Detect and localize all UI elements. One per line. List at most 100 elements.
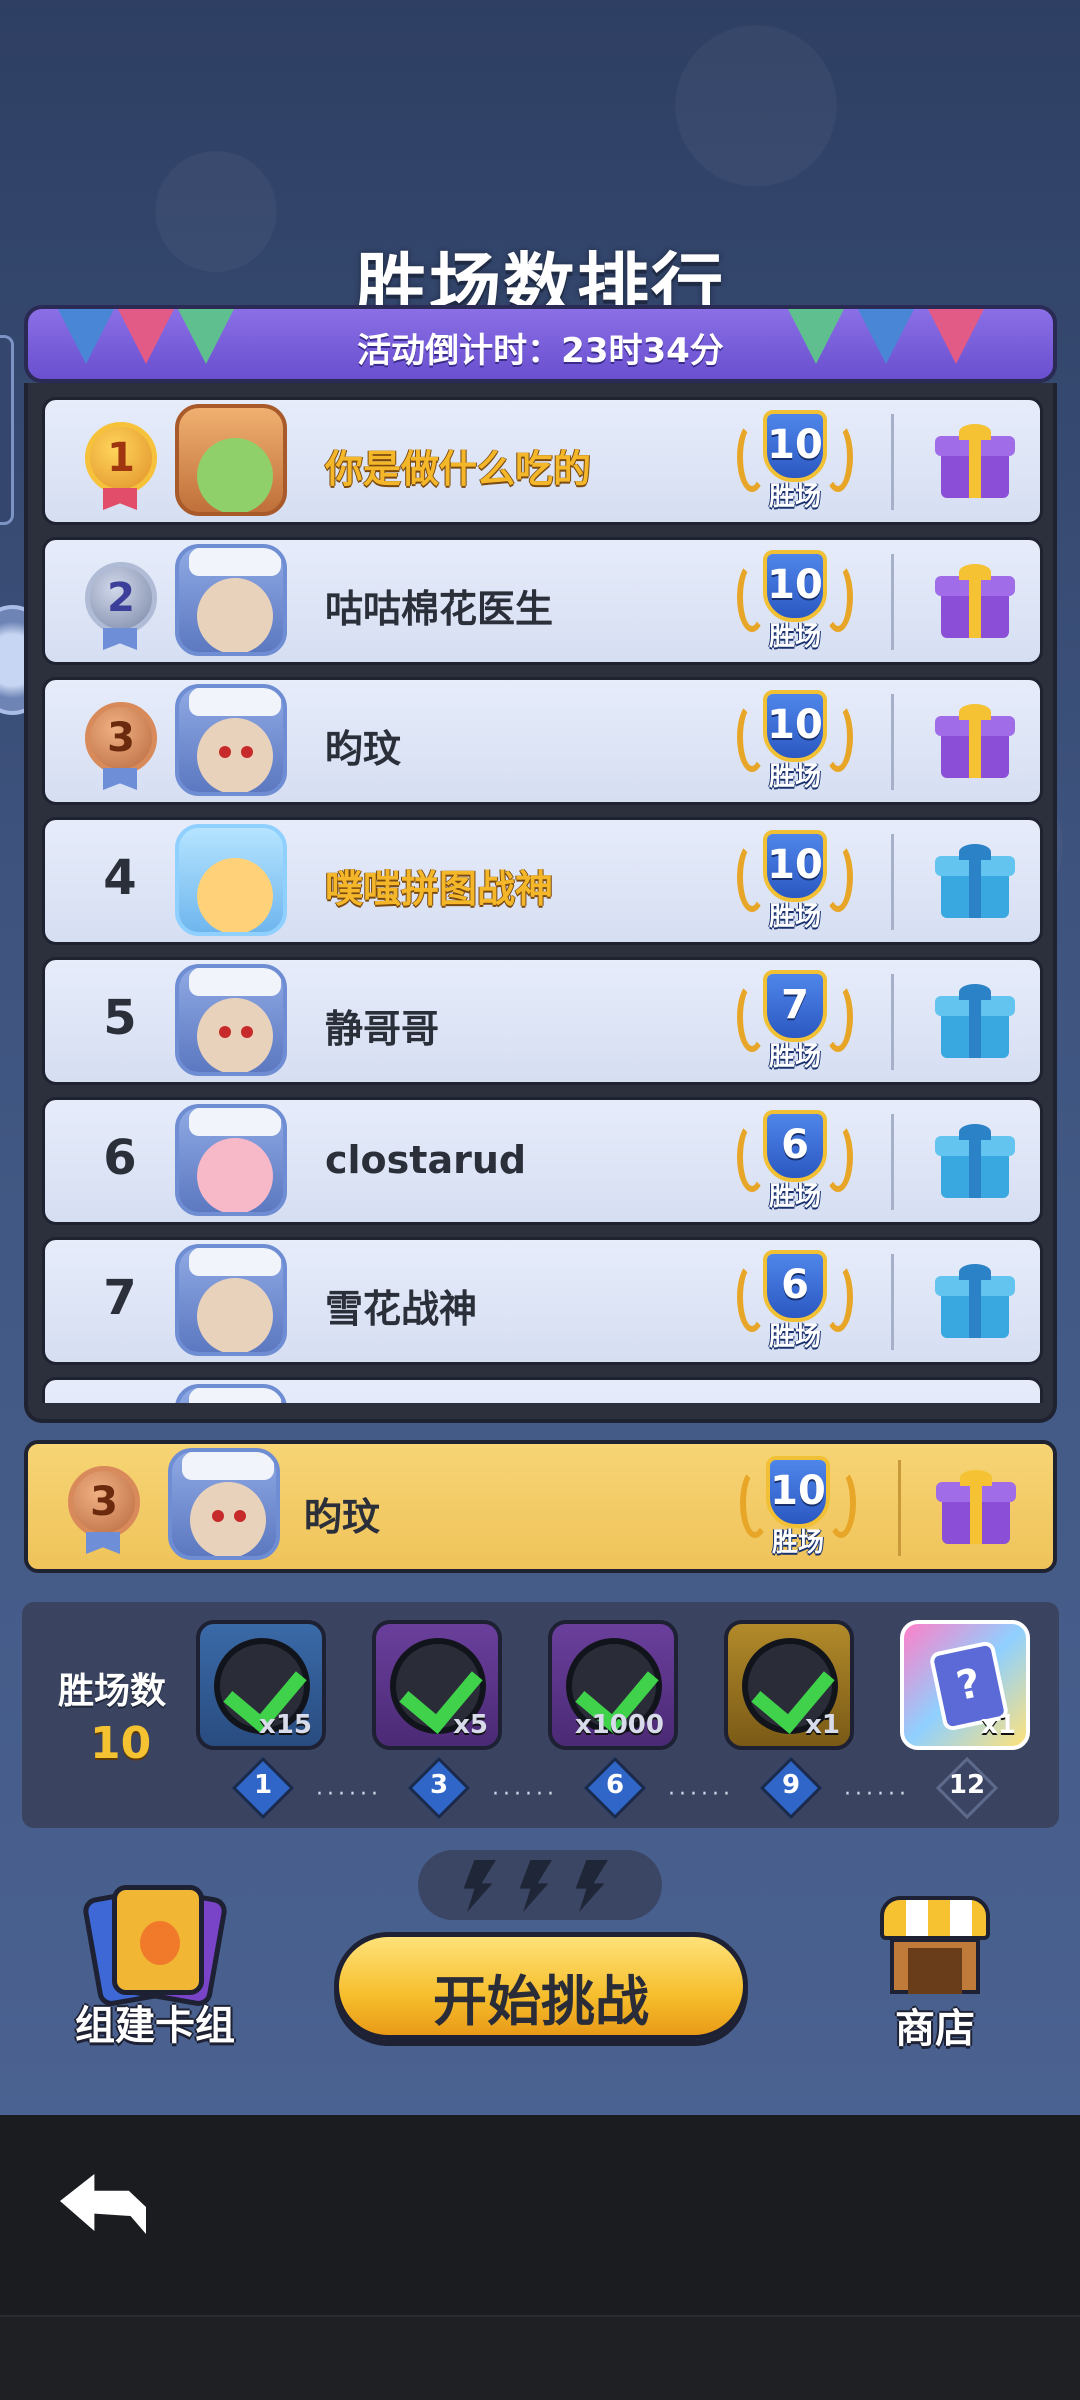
blue-gift-icon[interactable]: [935, 1124, 1015, 1200]
avatar-face: [197, 998, 273, 1072]
reward-slot[interactable]: ? x1: [900, 1620, 1030, 1750]
start-challenge-button[interactable]: 开始挑战: [334, 1932, 748, 2040]
player-name: 昀玟: [304, 1495, 381, 1539]
lightning-icon: [463, 1860, 496, 1912]
reward-slot[interactable]: x5: [372, 1620, 502, 1750]
blue-gift-icon[interactable]: [935, 844, 1015, 920]
rank-number: 5: [103, 990, 137, 1046]
rank-number: 2: [107, 575, 135, 621]
divider: [891, 414, 894, 510]
leaderboard-row[interactable]: 2 咕咕棉花医生 10 胜场: [42, 537, 1043, 665]
purple-gift-icon[interactable]: [935, 564, 1015, 640]
wins-label: 胜场: [768, 902, 821, 932]
avatar[interactable]: [175, 684, 287, 796]
wins-count: 6: [763, 1250, 827, 1322]
side-tab[interactable]: [0, 335, 14, 525]
wins-label: 胜场: [768, 1182, 821, 1212]
energy-indicator: [418, 1850, 662, 1920]
reward-quantity: x1000: [574, 1710, 664, 1740]
shop-awning-icon: [880, 1896, 990, 1940]
eye: [219, 746, 231, 758]
wins-badge: 10 胜场: [735, 410, 855, 516]
avatar[interactable]: [168, 1448, 280, 1560]
player-name: 咕咕棉花医生: [325, 587, 554, 631]
wins-count: 7: [763, 970, 827, 1042]
reward-quantity: x5: [453, 1710, 488, 1740]
wins-count: 10: [763, 830, 827, 902]
back-arrow-icon: [60, 2174, 146, 2234]
divider: [891, 974, 894, 1070]
avatar[interactable]: [175, 1244, 287, 1356]
ribbon-icon: [86, 1532, 120, 1554]
rank-number: 1: [107, 435, 135, 481]
wins-badge: 6 胜场: [735, 1110, 855, 1216]
avatar-face: [197, 1138, 273, 1212]
milestone-number: 12: [948, 1770, 986, 1800]
leaderboard-row[interactable]: 6 clostarud 6 胜场: [42, 1097, 1043, 1225]
eye: [241, 746, 253, 758]
leaderboard-row[interactable]: 3 昀玟 10 胜场: [42, 677, 1043, 805]
purple-gift-icon[interactable]: [935, 704, 1015, 780]
leaderboard-list[interactable]: 1 你是做什么吃的 10 胜场 2 咕咕棉花医生 10 胜场 3 昀玟 10 胜…: [24, 383, 1057, 1423]
panda-hat: [182, 1452, 274, 1480]
milestone-number: 6: [605, 1770, 625, 1800]
rank-number: 4: [103, 850, 137, 906]
milestone-number: 9: [781, 1770, 801, 1800]
player-name: 你是做什么吃的: [325, 447, 592, 491]
milestone-number: 3: [429, 1770, 449, 1800]
player-name: 雪花战神: [325, 1287, 478, 1331]
reward-quantity: x1: [805, 1710, 840, 1740]
panda-hat: [189, 968, 281, 996]
progress-dots: ······: [668, 1782, 734, 1807]
reward-slot[interactable]: x1000: [548, 1620, 678, 1750]
wins-label: 胜场: [768, 482, 821, 512]
purple-gift-icon[interactable]: [936, 1470, 1016, 1546]
avatar[interactable]: [175, 404, 287, 516]
flame-icon: [140, 1921, 180, 1965]
leaderboard-row[interactable]: 5 静哥哥 7 胜场: [42, 957, 1043, 1085]
purple-gift-icon[interactable]: [935, 424, 1015, 500]
wins-badge: 10 胜场: [735, 830, 855, 936]
back-button[interactable]: [52, 2160, 152, 2250]
ribbon-icon: [103, 768, 137, 790]
avatar-face: [197, 438, 273, 512]
reward-quantity: x15: [259, 1710, 312, 1740]
wins-count-value: 10: [90, 1718, 152, 1769]
avatar[interactable]: [175, 964, 287, 1076]
shop-button[interactable]: 商店: [860, 1890, 1010, 2052]
bronze-medal-icon: 3: [68, 1466, 140, 1538]
wins-count: 10: [766, 1456, 830, 1528]
reward-quantity: x1: [981, 1710, 1016, 1740]
divider: [898, 1460, 901, 1556]
leaderboard-row[interactable]: 7 雪花战神 6 胜场: [42, 1237, 1043, 1365]
divider: [891, 834, 894, 930]
divider: [891, 694, 894, 790]
wins-count: 10: [763, 690, 827, 762]
lightning-icon: [575, 1860, 608, 1912]
divider: [891, 554, 894, 650]
avatar[interactable]: [175, 1104, 287, 1216]
avatar-face: [197, 858, 273, 932]
silver-medal-icon: 2: [85, 562, 157, 634]
start-challenge-label: 开始挑战: [433, 1970, 649, 2033]
player-name: clostarud: [325, 1138, 527, 1182]
countdown-text: 活动倒计时：23时34分: [357, 331, 724, 371]
blue-gift-icon[interactable]: [935, 1264, 1015, 1340]
leaderboard-row[interactable]: 1 你是做什么吃的 10 胜场: [42, 397, 1043, 525]
build-deck-label: 组建卡组: [75, 2003, 235, 2049]
avatar-face: [197, 578, 273, 652]
wins-badge: 10 胜场: [738, 1456, 858, 1562]
avatar-face: [197, 718, 273, 792]
panda-hat: [189, 1248, 281, 1276]
avatar[interactable]: [175, 824, 287, 936]
avatar[interactable]: [175, 544, 287, 656]
my-rank-row[interactable]: 3 昀玟 10 胜场: [24, 1440, 1057, 1573]
blue-gift-icon[interactable]: [935, 984, 1015, 1060]
leaderboard-row[interactable]: 4 噗嗤拼图战神 10 胜场: [42, 817, 1043, 945]
avatar-face: [190, 1482, 266, 1556]
reward-slot[interactable]: x15: [196, 1620, 326, 1750]
wins-badge: 6 胜场: [735, 1250, 855, 1356]
build-deck-button[interactable]: 组建卡组: [60, 1883, 250, 2049]
panda-hat: [189, 548, 281, 576]
reward-slot[interactable]: x1: [724, 1620, 854, 1750]
